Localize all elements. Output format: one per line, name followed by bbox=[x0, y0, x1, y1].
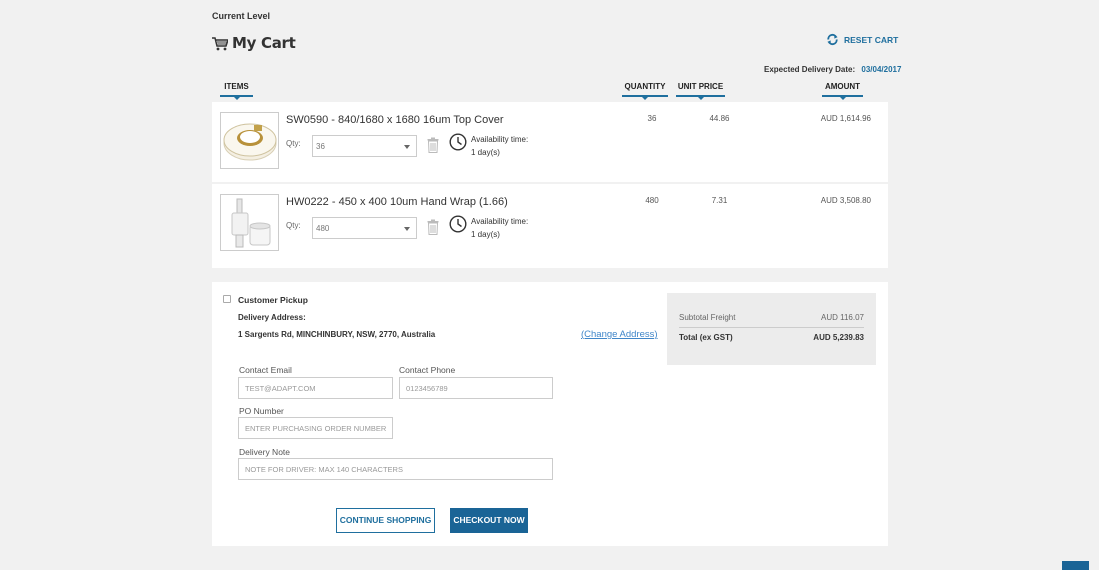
cart-item-row: HW0222 - 450 x 400 10um Hand Wrap (1.66)… bbox=[212, 184, 888, 268]
item-amount: AUD 1,614.96 bbox=[820, 114, 871, 123]
current-level-label: Current Level bbox=[212, 11, 271, 21]
chevron-down-icon bbox=[404, 145, 410, 149]
trash-icon[interactable] bbox=[427, 137, 439, 153]
item-unit-price: 44.86 bbox=[709, 114, 730, 123]
delivery-address: 1 Sargents Rd, MINCHINBURY, NSW, 2770, A… bbox=[238, 330, 436, 339]
column-header-unit-price: UNIT PRICE bbox=[676, 82, 725, 100]
total-value: AUD 5,239.83 bbox=[813, 333, 864, 342]
qty-select-value: 480 bbox=[316, 224, 330, 233]
scroll-to-top-button[interactable] bbox=[1062, 561, 1089, 570]
expected-delivery-value: 03/04/2017 bbox=[861, 65, 902, 74]
checkout-now-button[interactable]: CHECKOUT NOW bbox=[450, 508, 528, 533]
change-address-link[interactable]: (Change Address) bbox=[581, 329, 658, 340]
qty-label: Qty: bbox=[286, 139, 301, 148]
delivery-address-label: Delivery Address: bbox=[238, 313, 306, 322]
product-image bbox=[220, 112, 279, 169]
item-amount: AUD 3,508.80 bbox=[820, 196, 871, 205]
tape-roll-icon bbox=[223, 123, 277, 161]
availability: Availability time: 1 day(s) bbox=[471, 215, 528, 241]
qty-select-value: 36 bbox=[316, 142, 325, 151]
contact-phone-label: Contact Phone bbox=[399, 365, 456, 375]
expected-delivery: Expected Delivery Date: 03/04/2017 bbox=[764, 65, 901, 74]
availability-label: Availability time: bbox=[471, 135, 529, 144]
column-header-items: ITEMS bbox=[220, 82, 253, 100]
cart-item-row: SW0590 - 840/1680 x 1680 16um Top Cover … bbox=[212, 102, 888, 182]
customer-pickup-checkbox[interactable] bbox=[223, 295, 231, 303]
total-label: Total (ex GST) bbox=[679, 333, 733, 342]
refresh-icon bbox=[827, 33, 838, 46]
delivery-note-label: Delivery Note bbox=[239, 447, 291, 457]
delivery-note-field[interactable]: NOTE FOR DRIVER: MAX 140 CHARACTERS bbox=[238, 458, 553, 480]
chevron-down-icon bbox=[404, 227, 410, 231]
total-row: Total (ex GST) AUD 5,239.83 bbox=[679, 333, 864, 342]
hand-wrap-icon bbox=[231, 198, 271, 248]
customer-pickup-label: Customer Pickup bbox=[238, 295, 308, 305]
continue-shopping-button[interactable]: CONTINUE SHOPPING bbox=[336, 508, 435, 533]
item-unit-price: 7.31 bbox=[711, 196, 728, 205]
column-header-amount: AMOUNT bbox=[822, 82, 863, 100]
po-number-field[interactable]: ENTER PURCHASING ORDER NUMBER bbox=[238, 417, 393, 439]
availability-value: 1 day(s) bbox=[471, 230, 500, 239]
availability-label: Availability time: bbox=[471, 217, 529, 226]
trash-icon[interactable] bbox=[427, 219, 439, 235]
cart-icon bbox=[212, 37, 228, 51]
column-header-quantity: QUANTITY bbox=[622, 82, 668, 100]
qty-label: Qty: bbox=[286, 221, 301, 230]
contact-email-label: Contact Email bbox=[239, 365, 292, 375]
reset-cart-button[interactable]: RESET CART bbox=[826, 33, 898, 46]
item-quantity: 36 bbox=[647, 114, 657, 123]
clock-icon bbox=[449, 133, 467, 151]
po-number-label: PO Number bbox=[239, 406, 284, 416]
product-image bbox=[220, 194, 279, 251]
qty-select[interactable]: 480 bbox=[312, 217, 417, 239]
item-quantity: 480 bbox=[645, 196, 659, 205]
product-name: SW0590 - 840/1680 x 1680 16um Top Cover bbox=[286, 114, 504, 126]
reset-cart-label: RESET CART bbox=[844, 34, 899, 45]
product-name: HW0222 - 450 x 400 10um Hand Wrap (1.66) bbox=[286, 196, 508, 208]
page-title: My Cart bbox=[232, 34, 296, 52]
availability: Availability time: 1 day(s) bbox=[471, 133, 528, 159]
subtotal-freight-row: Subtotal Freight AUD 116.07 bbox=[679, 313, 864, 328]
availability-value: 1 day(s) bbox=[471, 148, 500, 157]
contact-phone-field[interactable]: 0123456789 bbox=[399, 377, 553, 399]
subtotal-freight-label: Subtotal Freight bbox=[679, 313, 736, 322]
contact-email-field[interactable]: TEST@ADAPT.COM bbox=[238, 377, 393, 399]
order-summary: Subtotal Freight AUD 116.07 Total (ex GS… bbox=[667, 293, 876, 365]
qty-select[interactable]: 36 bbox=[312, 135, 417, 157]
subtotal-freight-value: AUD 116.07 bbox=[821, 313, 864, 322]
expected-delivery-label: Expected Delivery Date: bbox=[764, 65, 856, 74]
clock-icon bbox=[449, 215, 467, 233]
